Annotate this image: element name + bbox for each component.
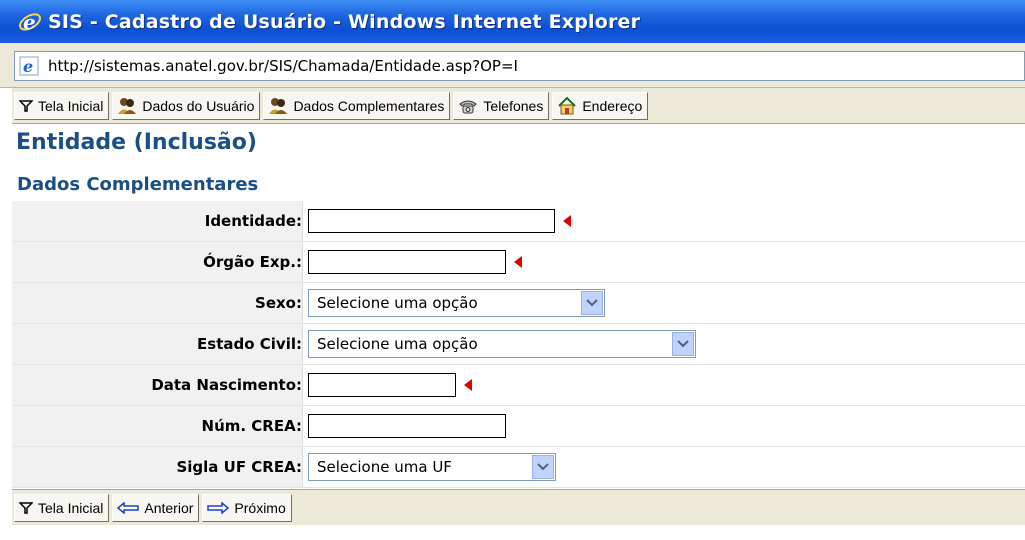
telefones-button[interactable]: Telefones [453,91,550,120]
dados-complementares-label: Dados Complementares [293,97,445,114]
dados-usuario-label: Dados do Usuário [142,97,255,114]
anterior-button[interactable]: Anterior [112,493,200,522]
page-icon: e [18,55,40,77]
sexo-select[interactable]: Selecione uma opção [308,289,605,317]
sexo-selected-value: Selecione uma opção [317,294,478,312]
tela-inicial-button[interactable]: Tela Inicial [14,91,110,120]
form-row-sigla-uf: Sigla UF CREA: Selecione uma UF [12,447,1025,488]
sigla-uf-label: Sigla UF CREA: [176,458,302,476]
dados-complementares-button[interactable]: Dados Complementares [263,91,451,120]
tela-inicial-bottom-button[interactable]: Tela Inicial [14,493,110,522]
orgao-exp-input[interactable] [308,250,506,274]
form-row-sexo: Sexo: Selecione uma opção [12,283,1025,324]
proximo-label: Próximo [234,499,286,516]
anterior-label: Anterior [144,499,194,516]
form-row-identidade: Identidade: [12,201,1025,242]
endereco-button[interactable]: Endereço [552,91,649,120]
chevron-down-icon[interactable] [581,291,603,315]
page-content: Tela Inicial Dados do Usuário Dados Comp… [12,88,1025,540]
num-crea-input[interactable] [308,414,506,438]
chevron-down-icon[interactable] [672,332,694,356]
data-nascimento-input[interactable] [308,373,456,397]
sexo-label: Sexo: [255,294,302,312]
arrow-right-icon [207,501,230,514]
identidade-label: Identidade: [204,212,302,230]
chevron-down-icon[interactable] [532,455,554,479]
form-row-estado-civil: Estado Civil: Selecione uma opção [12,324,1025,365]
funnel-icon [19,501,33,515]
estado-civil-selected-value: Selecione uma opção [317,335,478,353]
form: Identidade: Órgão Exp.: Sexo: Selecione … [12,201,1025,488]
form-row-num-crea: Núm. CREA: [12,406,1025,447]
dados-usuario-button[interactable]: Dados do Usuário [112,91,261,120]
sigla-uf-select[interactable]: Selecione uma UF [308,453,556,481]
required-marker-icon [464,379,472,391]
address-url: http://sistemas.anatel.gov.br/SIS/Chamad… [48,57,518,75]
required-marker-icon [563,215,571,227]
form-row-data-nascimento: Data Nascimento: [12,365,1025,406]
window-titlebar: e SIS - Cadastro de Usuário - Windows In… [0,0,1025,43]
estado-civil-label: Estado Civil: [197,335,302,353]
required-marker-icon [514,256,522,268]
users-icon [268,96,288,116]
endereco-label: Endereço [582,97,643,114]
num-crea-label: Núm. CREA: [201,417,302,435]
top-toolbar: Tela Inicial Dados do Usuário Dados Comp… [12,88,1025,124]
svg-text:e: e [23,10,36,34]
proximo-button[interactable]: Próximo [202,493,292,522]
data-nascimento-label: Data Nascimento: [151,376,302,394]
arrow-left-icon [117,501,140,514]
users-icon [117,96,137,116]
sigla-uf-selected-value: Selecione uma UF [317,458,452,476]
home-icon [557,96,577,116]
internet-explorer-icon: e [16,8,44,36]
page-title: Entidade (Inclusão) [16,130,257,155]
bottom-toolbar: Tela Inicial Anterior Próximo [12,489,1025,525]
address-field[interactable]: e http://sistemas.anatel.gov.br/SIS/Cham… [14,51,1025,81]
telephone-icon [458,97,478,115]
funnel-icon [19,99,33,113]
section-title: Dados Complementares [17,174,259,195]
estado-civil-select[interactable]: Selecione uma opção [308,330,696,358]
svg-text:e: e [23,57,33,76]
telefones-label: Telefones [483,97,544,114]
form-row-orgao: Órgão Exp.: [12,242,1025,283]
identidade-input[interactable] [308,209,555,233]
tela-inicial-label: Tela Inicial [38,97,104,114]
tela-inicial-bottom-label: Tela Inicial [38,499,104,516]
address-bar: e http://sistemas.anatel.gov.br/SIS/Cham… [0,43,1025,88]
window-title: SIS - Cadastro de Usuário - Windows Inte… [48,10,641,33]
orgao-exp-label: Órgão Exp.: [203,253,302,271]
